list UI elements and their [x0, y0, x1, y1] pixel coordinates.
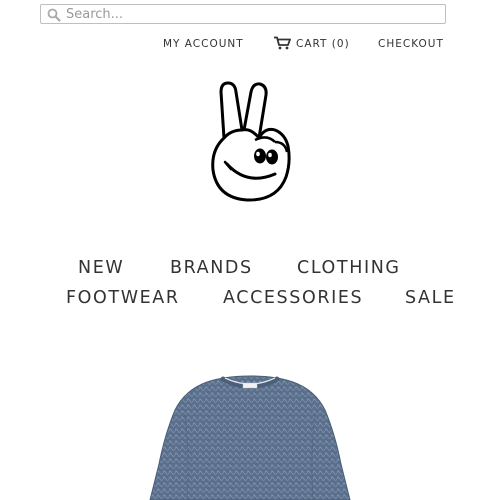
nav-brands[interactable]: BRANDS [170, 258, 253, 278]
nav-clothing[interactable]: CLOTHING [297, 258, 401, 278]
search-input[interactable] [66, 6, 436, 22]
cart-link[interactable]: CART (0) [296, 38, 350, 50]
nav-footwear[interactable]: FOOTWEAR [66, 288, 180, 308]
cart-icon[interactable] [273, 36, 291, 50]
checkout-link[interactable]: CHECKOUT [378, 38, 444, 50]
peace-hand-logo[interactable] [205, 80, 295, 205]
product-image-sweater[interactable] [145, 374, 355, 500]
search-box[interactable] [40, 4, 446, 24]
nav-new[interactable]: NEW [78, 258, 124, 278]
nav-sale[interactable]: SALE [405, 288, 456, 308]
my-account-link[interactable]: MY ACCOUNT [163, 38, 244, 50]
account-nav: MY ACCOUNT CART (0) CHECKOUT [0, 38, 500, 52]
nav-accessories[interactable]: ACCESSORIES [223, 288, 363, 308]
search-icon [47, 8, 61, 22]
